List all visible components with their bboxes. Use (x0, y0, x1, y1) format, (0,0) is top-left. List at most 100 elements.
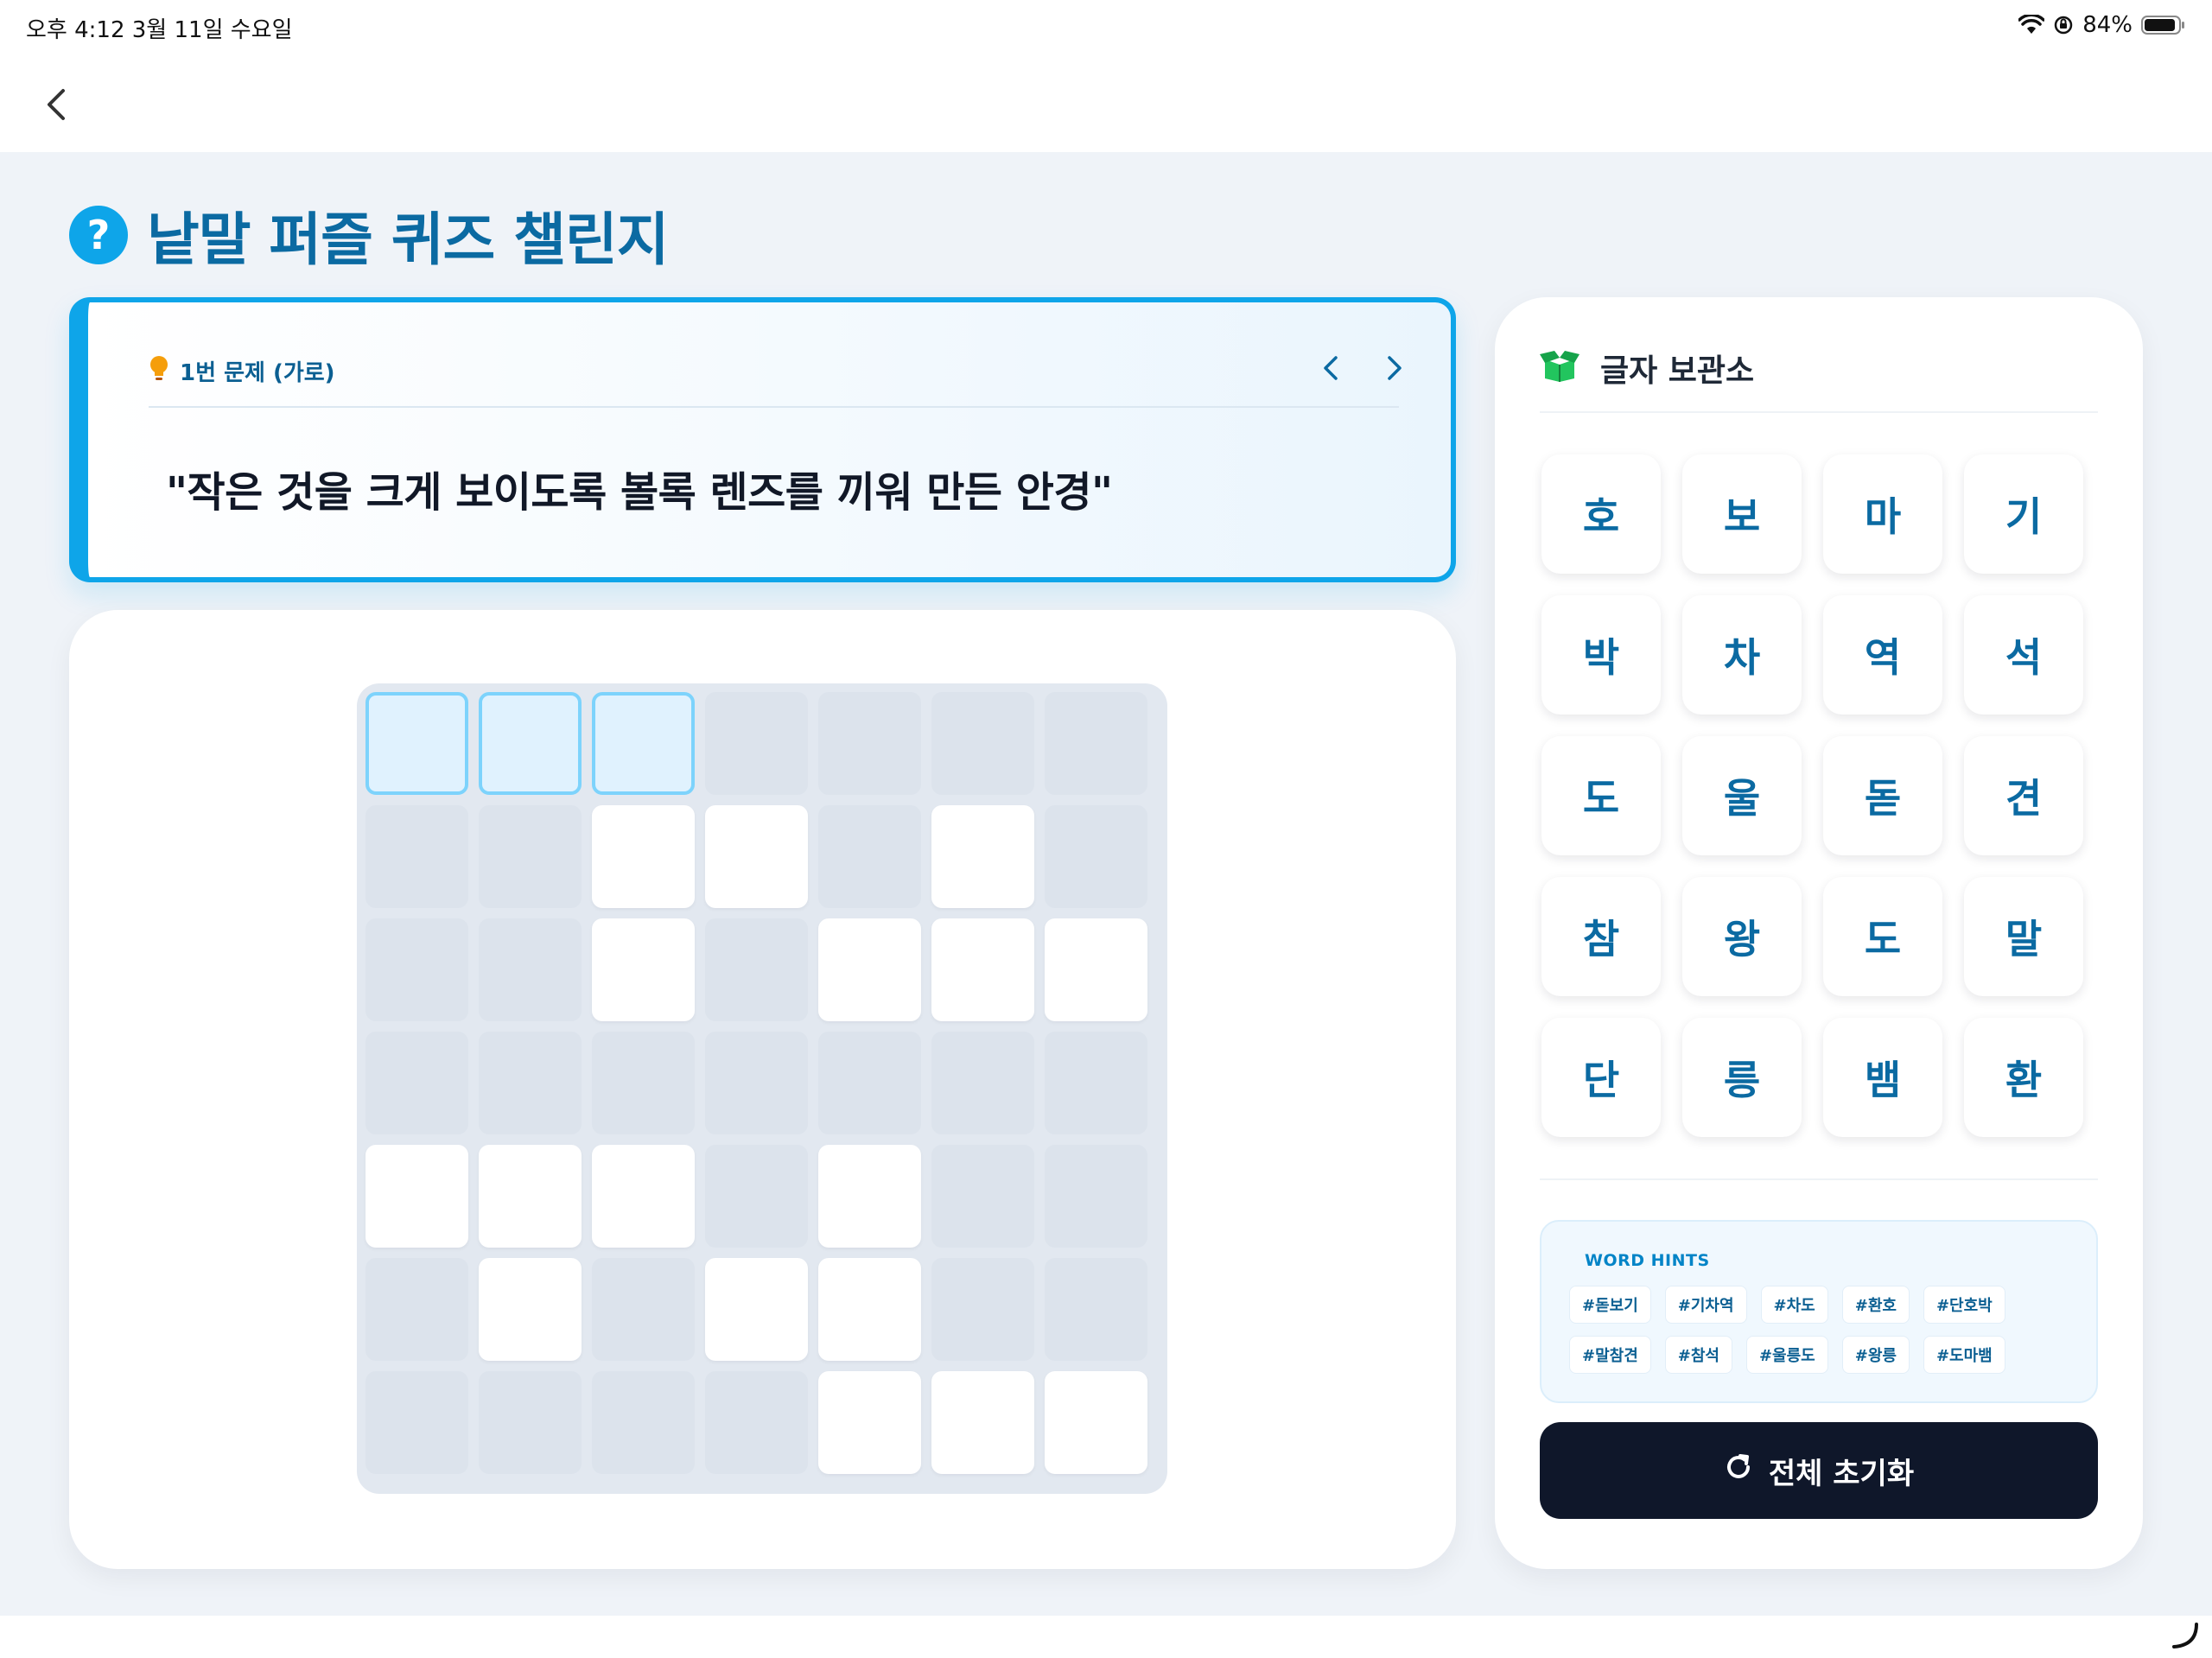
letter-tile[interactable]: 왕 (1682, 877, 1802, 996)
hint-row-2: #말참견 #참석 #울릉도 #왕릉 #도마뱀 (1569, 1336, 2005, 1374)
grid-cell[interactable] (479, 1145, 582, 1248)
letter-tile[interactable]: 울 (1682, 736, 1802, 855)
corner-handle-icon (2171, 1621, 2200, 1654)
grid-cell-blocked (705, 1145, 808, 1248)
grid-cell[interactable] (592, 918, 695, 1021)
main-area: ? 낱말 퍼즐 퀴즈 챌린지 1번 문제 (가로) "작은 것을 크게 보이도록… (0, 152, 2212, 1616)
letter-tile[interactable]: 도 (1823, 877, 1942, 996)
letter-tile[interactable]: 참 (1541, 877, 1661, 996)
grid-cell-blocked (365, 1258, 468, 1361)
grid-cell-blocked (705, 692, 808, 795)
grid-cell-blocked (1045, 1032, 1147, 1134)
letter-tile[interactable]: 차 (1682, 595, 1802, 715)
word-hints-title: WORD HINTS (1585, 1251, 1710, 1270)
hint-chip[interactable]: #울릉도 (1745, 1336, 1828, 1374)
back-button[interactable] (35, 85, 78, 128)
letter-storage-panel: 글자 보관소 호보마기박차역석도울돋견참왕도말단릉뱀환 WORD HINTS #… (1495, 297, 2143, 1569)
letter-tile[interactable]: 말 (1964, 877, 2083, 996)
grid-cell-blocked (365, 1032, 468, 1134)
grid-cell-blocked (365, 805, 468, 908)
grid-cell[interactable] (931, 1371, 1034, 1474)
hint-chip[interactable]: #말참견 (1569, 1336, 1651, 1374)
question-label: 1번 문제 (가로) (180, 359, 335, 386)
status-time-date: 오후 4:12 3월 11일 수요일 (26, 17, 293, 43)
grid-cell[interactable] (705, 1258, 808, 1361)
hint-row-1: #돋보기 #기차역 #차도 #환호 #단호박 (1569, 1286, 2005, 1324)
grid-cell-blocked (592, 1258, 695, 1361)
grid-cell[interactable] (1045, 918, 1147, 1021)
letter-tile[interactable]: 견 (1964, 736, 2083, 855)
letter-tile[interactable]: 마 (1823, 454, 1942, 574)
grid-cell[interactable] (818, 1258, 921, 1361)
hint-chip[interactable]: #왕릉 (1841, 1336, 1910, 1374)
letter-tile[interactable]: 뱀 (1823, 1018, 1942, 1137)
hint-chip[interactable]: #참석 (1664, 1336, 1732, 1374)
question-mark-icon: ? (69, 206, 128, 264)
grid-cell[interactable] (818, 1145, 921, 1248)
grid-cell-blocked (1045, 692, 1147, 795)
letter-tile[interactable]: 석 (1964, 595, 2083, 715)
status-indicators: 84% (2018, 12, 2186, 38)
grid-cell-blocked (1045, 1145, 1147, 1248)
letter-tile[interactable]: 박 (1541, 595, 1661, 715)
letter-tile[interactable]: 돋 (1823, 736, 1942, 855)
reset-all-button[interactable]: 전체 초기화 (1540, 1422, 2098, 1519)
letter-tile[interactable]: 기 (1964, 454, 2083, 574)
grid-cell[interactable] (592, 805, 695, 908)
previous-question-button[interactable] (1318, 354, 1344, 385)
hint-chip[interactable]: #기차역 (1664, 1286, 1747, 1324)
grid-cell-blocked (931, 1145, 1034, 1248)
grid-cell-blocked (1045, 805, 1147, 908)
letter-tile[interactable]: 역 (1823, 595, 1942, 715)
grid-cell-blocked (705, 918, 808, 1021)
hint-chip[interactable]: #돋보기 (1569, 1286, 1651, 1324)
grid-cell-active[interactable] (592, 692, 695, 795)
question-card: 1번 문제 (가로) "작은 것을 크게 보이도록 볼록 렌즈를 끼워 만든 안… (69, 297, 1456, 582)
grid-cell[interactable] (931, 918, 1034, 1021)
hint-chip[interactable]: #환호 (1841, 1286, 1910, 1324)
grid-cell[interactable] (1045, 1371, 1147, 1474)
letter-tile[interactable]: 릉 (1682, 1018, 1802, 1137)
grid-cell[interactable] (365, 1145, 468, 1248)
grid-cell-active[interactable] (479, 692, 582, 795)
grid-cell-blocked (931, 692, 1034, 795)
letter-tile[interactable]: 단 (1541, 1018, 1661, 1137)
reset-all-label: 전체 초기화 (1768, 1456, 1915, 1491)
grid-cell[interactable] (479, 1258, 582, 1361)
question-divider (149, 406, 1399, 408)
grid-cell[interactable] (818, 1371, 921, 1474)
page-header: ? 낱말 퍼즐 퀴즈 챌린지 (69, 194, 669, 276)
crossword-grid (357, 683, 1167, 1494)
grid-cell-blocked (818, 1032, 921, 1134)
hint-chip[interactable]: #차도 (1760, 1286, 1828, 1324)
chevron-left-icon (46, 87, 67, 125)
storage-divider-bottom (1540, 1178, 2098, 1180)
grid-cell[interactable] (592, 1145, 695, 1248)
grid-cell[interactable] (818, 918, 921, 1021)
bottom-strip (0, 1616, 2212, 1658)
letter-tile[interactable]: 환 (1964, 1018, 2083, 1137)
grid-cell-blocked (592, 1032, 695, 1134)
refresh-icon (1724, 1452, 1753, 1490)
question-navigation (1318, 354, 1408, 385)
letter-tiles: 호보마기박차역석도울돋견참왕도말단릉뱀환 (1541, 454, 2083, 1137)
grid-cell-blocked (365, 918, 468, 1021)
grid-cell[interactable] (931, 805, 1034, 908)
next-question-button[interactable] (1382, 354, 1408, 385)
storage-title: 글자 보관소 (1600, 353, 1755, 389)
grid-cell-active[interactable] (365, 692, 468, 795)
orientation-lock-icon (2053, 15, 2074, 35)
letter-tile[interactable]: 호 (1541, 454, 1661, 574)
hint-chip[interactable]: #단호박 (1923, 1286, 2005, 1324)
open-box-icon (1540, 351, 1580, 385)
battery-icon (2141, 15, 2186, 35)
lightbulb-icon (149, 354, 169, 387)
word-hints-box: WORD HINTS #돋보기 #기차역 #차도 #환호 #단호박 #말참견 #참석 #울릉… (1540, 1220, 2098, 1403)
grid-cell[interactable] (705, 805, 808, 908)
letter-tile[interactable]: 보 (1682, 454, 1802, 574)
page-title: 낱말 퍼즐 퀴즈 챌린지 (147, 206, 669, 273)
letter-tile[interactable]: 도 (1541, 736, 1661, 855)
grid-cell-blocked (818, 805, 921, 908)
question-header: 1번 문제 (가로) (149, 354, 335, 387)
hint-chip[interactable]: #도마뱀 (1923, 1336, 2005, 1374)
